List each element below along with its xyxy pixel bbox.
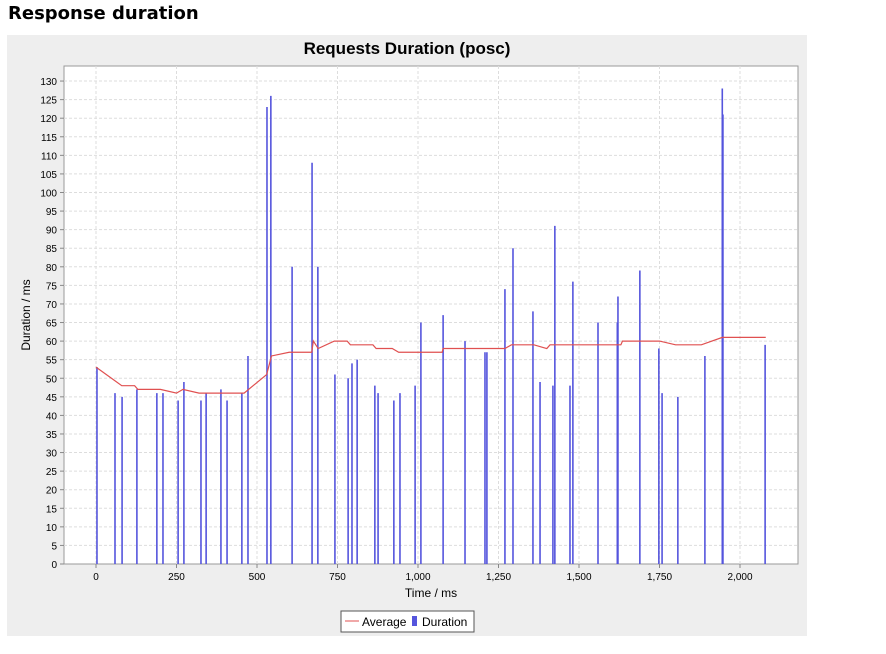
x-tick-label: 1,500 [566, 572, 591, 583]
x-tick-label: 1,750 [647, 572, 672, 583]
legend-duration: Duration [422, 615, 467, 629]
y-tick-label: 45 [46, 393, 58, 404]
y-axis-label: Duration / ms [19, 279, 33, 350]
y-tick-label: 40 [46, 411, 58, 422]
chart-panel: Requests Duration (posc) 0 5 10 15 20 25 30 35 4… [7, 35, 807, 636]
x-tick-label: 2,000 [727, 572, 752, 583]
y-tick-label: 20 [46, 486, 58, 497]
y-tick-label: 35 [46, 430, 58, 441]
y-tick-label: 15 [46, 504, 58, 515]
y-tick-label: 90 [46, 226, 58, 237]
duration-chart: Requests Duration (posc) 0 5 10 15 20 25 30 35 4… [19, 39, 799, 633]
y-tick-label: 115 [41, 133, 57, 144]
y-tick-label: 55 [46, 356, 58, 367]
y-tick-label: 110 [41, 151, 57, 162]
x-tick-label: 0 [93, 572, 99, 583]
chart-title: Requests Duration (posc) [304, 39, 511, 58]
x-axis-label: Time / ms [405, 586, 457, 600]
y-tick-label: 30 [46, 449, 58, 460]
y-tick-label: 50 [46, 374, 58, 385]
page-heading: Response duration [8, 3, 199, 24]
legend-duration-swatch [412, 616, 417, 626]
y-tick-label: 5 [51, 541, 57, 552]
y-tick-label: 105 [40, 170, 57, 181]
y-tick-label: 85 [46, 244, 58, 255]
y-tick-label: 130 [40, 77, 57, 88]
y-tick-label: 65 [46, 319, 58, 330]
x-tick-label: 1,250 [486, 572, 511, 583]
y-tick-label: 25 [46, 467, 58, 478]
legend: Average Duration [340, 610, 475, 633]
y-tick-label: 10 [46, 523, 58, 534]
y-tick-label: 125 [40, 96, 57, 107]
x-tick-label: 1,000 [405, 572, 430, 583]
y-tick-label: 0 [51, 560, 57, 571]
y-tick-label: 70 [46, 300, 58, 311]
y-tick-label: 100 [40, 189, 57, 200]
y-tick-label: 75 [46, 281, 58, 292]
x-tick-label: 500 [249, 572, 266, 583]
y-tick-label: 95 [46, 207, 58, 218]
x-tick-label: 250 [168, 572, 185, 583]
y-tick-label: 80 [46, 263, 58, 274]
y-tick-label: 120 [40, 114, 57, 125]
x-tick-label: 750 [329, 572, 346, 583]
legend-average: Average [362, 615, 407, 629]
y-tick-label: 60 [46, 337, 58, 348]
